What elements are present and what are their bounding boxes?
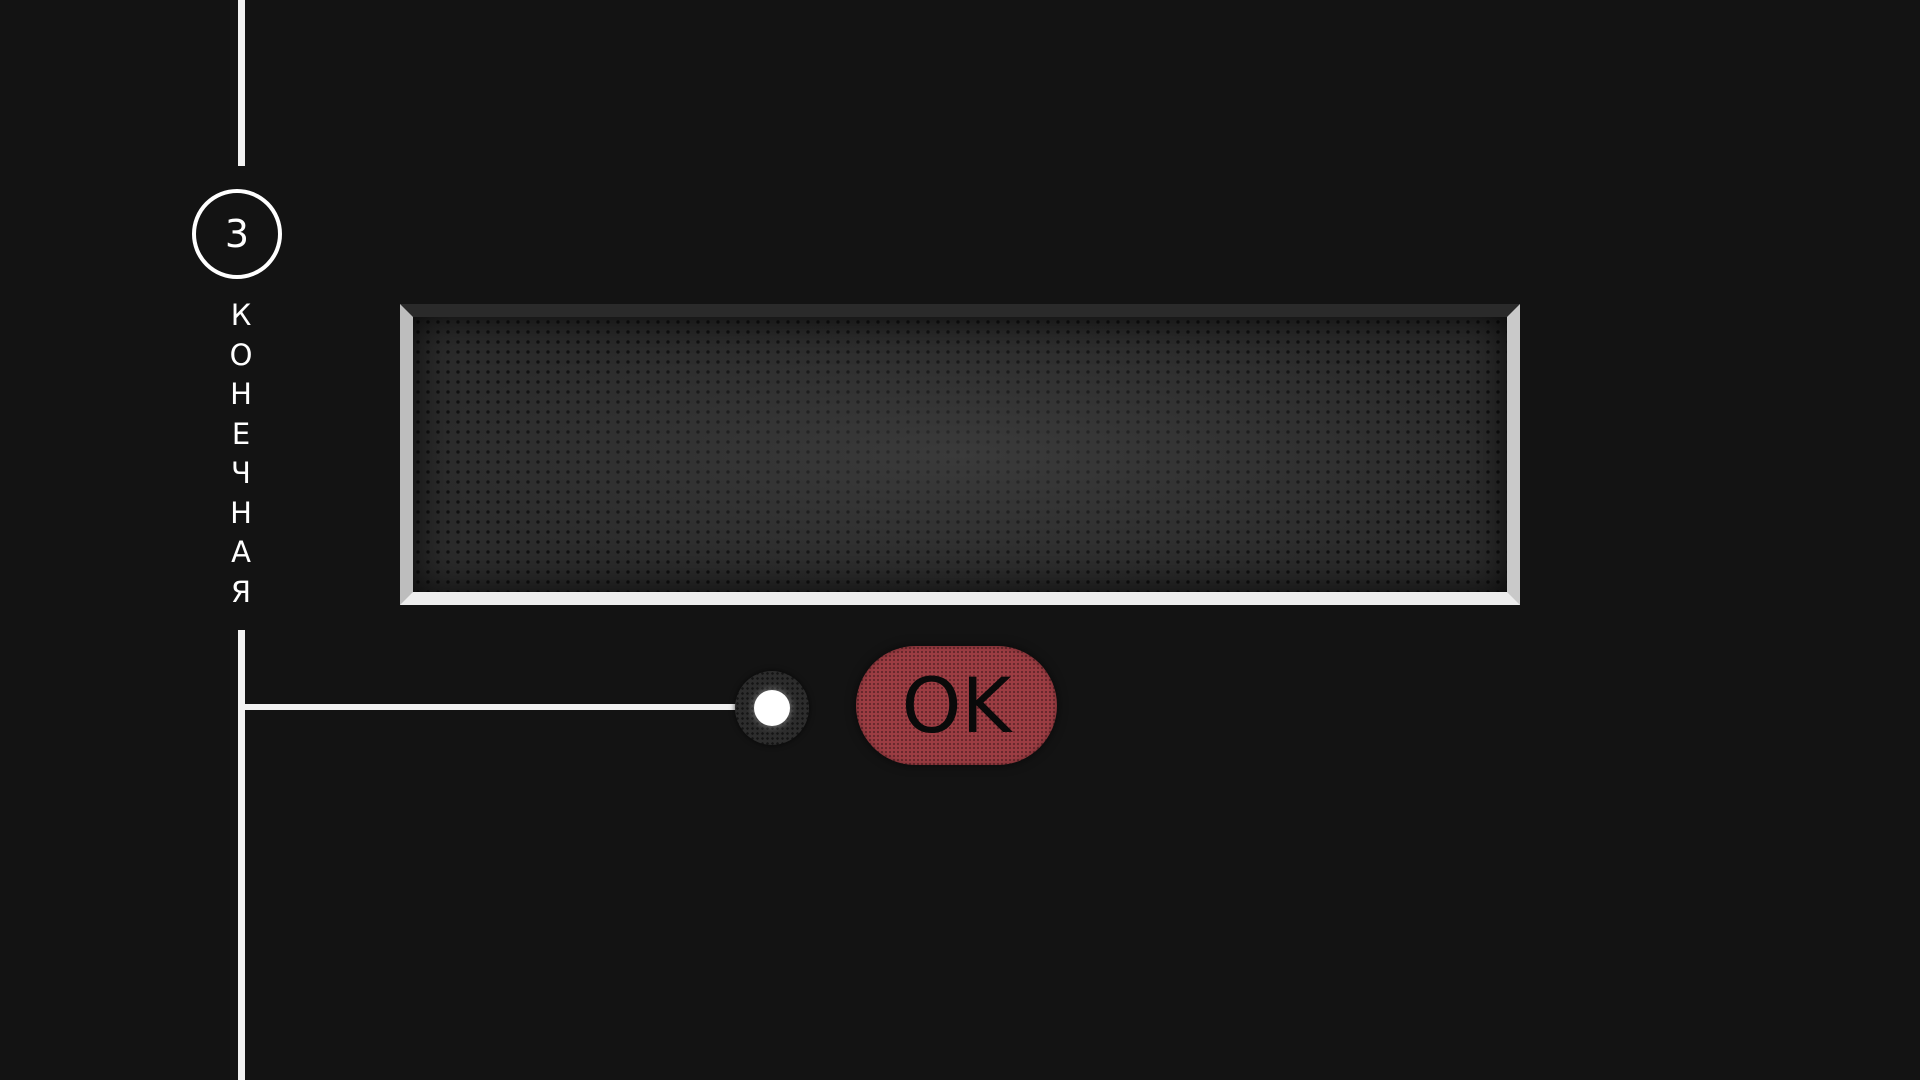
step-number-badge: 3 bbox=[192, 189, 282, 279]
step-label-letter: Я bbox=[230, 574, 252, 609]
step-label-letter: О bbox=[229, 337, 253, 372]
answer-input[interactable] bbox=[413, 317, 1507, 592]
step-number: 3 bbox=[224, 212, 250, 256]
step-label: К О Н Е Ч Н А Я bbox=[216, 296, 266, 612]
step-label-letter: А bbox=[231, 535, 251, 569]
connector-knob-dot bbox=[754, 690, 790, 726]
stage: 3 К О Н Е Ч Н А Я OK bbox=[0, 0, 1920, 1080]
step-label-letter: К bbox=[230, 298, 252, 332]
progress-track-bottom bbox=[238, 630, 245, 1080]
progress-track-top bbox=[238, 0, 245, 166]
step-label-letter: Е bbox=[231, 416, 251, 451]
step-label-letter: Ч bbox=[231, 456, 251, 490]
step-label-letter: Н bbox=[230, 495, 252, 530]
connector-line bbox=[245, 704, 767, 710]
ok-button[interactable]: OK bbox=[856, 646, 1057, 765]
step-label-letter: Н bbox=[230, 377, 252, 411]
